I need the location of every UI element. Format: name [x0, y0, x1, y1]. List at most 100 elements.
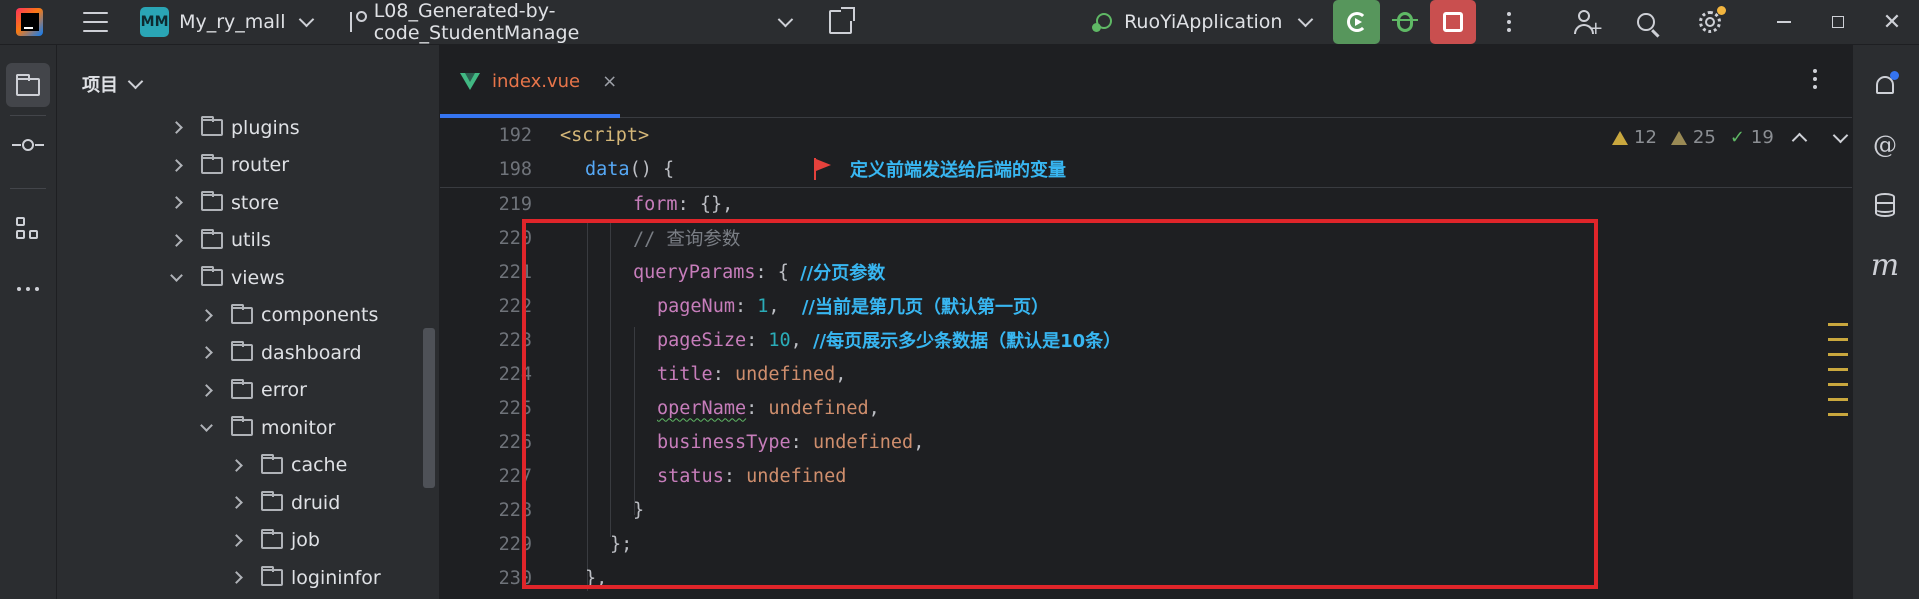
chevron-right-icon[interactable] [230, 496, 243, 509]
maximize-button[interactable] [1811, 0, 1865, 44]
settings-button[interactable] [1698, 6, 1726, 33]
line-number: 225 [498, 397, 532, 419]
tree-item-cache[interactable]: cache [230, 447, 347, 484]
tab-close-icon[interactable]: × [602, 71, 617, 92]
tree-item-monitor[interactable]: monitor [200, 409, 335, 446]
structure-tool-button[interactable] [6, 207, 50, 251]
minimize-button[interactable] [1757, 0, 1811, 44]
previous-highlight-icon[interactable] [1791, 132, 1808, 148]
chevron-right-icon[interactable] [170, 196, 183, 209]
annotation: 定义前端发送给后端的变量 [812, 156, 1066, 182]
line-number: 192 [498, 124, 532, 146]
structure-icon [16, 217, 40, 241]
tree-item-store[interactable]: store [170, 184, 279, 221]
left-tool-strip [0, 45, 57, 599]
tree-item-label: logininfor [291, 566, 381, 589]
open-external-icon[interactable] [828, 7, 856, 34]
tree-item-logininfor[interactable]: logininfor [230, 559, 381, 596]
warning-count: 25 [1692, 127, 1716, 148]
folder-icon [231, 416, 253, 436]
run-config-selector[interactable]: RuoYiApplication [1092, 9, 1314, 35]
commit-icon [12, 139, 44, 151]
folder-icon [201, 191, 223, 211]
tree-item-utils[interactable]: utils [170, 222, 271, 259]
line-number: 222 [498, 295, 532, 317]
folder-icon [231, 303, 253, 324]
chevron-right-icon[interactable] [200, 346, 213, 359]
rerun-button[interactable] [1333, 0, 1380, 44]
tree-item-error[interactable]: error [200, 372, 307, 409]
branch-selector[interactable]: L08_Generated-by-code_StudentManage [346, 0, 794, 44]
chevron-down-icon [1298, 11, 1314, 27]
chevron-down-icon[interactable] [200, 418, 213, 432]
project-selector[interactable]: My_ry_mall [179, 11, 315, 33]
chevron-right-icon[interactable] [170, 121, 183, 134]
search-icon[interactable] [1637, 13, 1655, 31]
folder-icon [261, 453, 283, 474]
typo-count: 19 [1750, 127, 1774, 148]
maven-icon[interactable]: m [1871, 248, 1899, 283]
project-badge[interactable]: MM [140, 7, 170, 37]
tree-item-plugins[interactable]: plugins [170, 109, 300, 146]
add-user-icon[interactable]: + [1574, 10, 1603, 38]
tree-item-components[interactable]: components [200, 297, 378, 334]
chevron-right-icon[interactable] [170, 158, 183, 172]
tree-item-label: druid [291, 491, 341, 514]
annotation-text: 定义前端发送给后端的变量 [850, 160, 1066, 181]
tab-label: index.vue [492, 70, 581, 92]
chevron-right-icon[interactable] [230, 571, 243, 584]
tree-item-views[interactable]: views [170, 259, 285, 296]
notifications-button[interactable] [1871, 71, 1899, 99]
database-button[interactable] [1871, 191, 1899, 219]
tree-item-dashboard[interactable]: dashboard [200, 334, 362, 371]
chevron-right-icon[interactable] [200, 308, 213, 322]
close-window-button[interactable]: ✕ [1865, 0, 1919, 44]
more-tools-button[interactable] [6, 267, 50, 311]
line-number: 224 [498, 363, 532, 385]
more-icon[interactable] [1504, 12, 1514, 32]
line-number: 198 [498, 158, 532, 180]
commit-tool-button[interactable] [6, 123, 50, 167]
project-panel-header[interactable]: 项目 [82, 71, 144, 97]
weak-warning-icon [1670, 130, 1687, 145]
chevron-right-icon[interactable] [170, 233, 183, 247]
chevron-right-icon[interactable] [230, 533, 243, 547]
line-number: 227 [498, 465, 532, 487]
code-punctuation: : {}, [677, 193, 734, 215]
tree-item-label: error [261, 379, 307, 401]
inspection-widget[interactable]: 12 25 ✓ 19 [1612, 127, 1849, 148]
ide-logo-icon[interactable] [16, 8, 44, 36]
project-tree-scrollbar[interactable] [423, 328, 435, 488]
chevron-down-icon [777, 11, 794, 27]
chevron-down-icon [299, 11, 315, 27]
stop-button[interactable] [1430, 0, 1477, 44]
project-tool-button[interactable] [6, 63, 50, 107]
debug-button[interactable] [1382, 0, 1428, 44]
chevron-down-icon[interactable] [170, 268, 183, 282]
next-highlight-icon[interactable] [1832, 127, 1849, 143]
folder-icon [201, 116, 223, 136]
tab-index-vue[interactable]: index.vue × [440, 45, 620, 118]
chevron-right-icon[interactable] [230, 458, 243, 472]
line-number: 228 [498, 499, 532, 521]
line-number: 221 [498, 261, 532, 283]
function-name: data [585, 158, 630, 180]
editor: index.vue × 192 <script> 198 data() { 定义… [440, 45, 1852, 599]
warning-icon [1612, 130, 1628, 145]
menu-icon[interactable] [83, 12, 109, 32]
tree-item-label: plugins [231, 116, 300, 139]
tree-item-druid[interactable]: druid [230, 484, 341, 521]
code-line[interactable]: 198 data() { 定义前端发送给后端的变量 [440, 152, 1852, 186]
chevron-right-icon[interactable] [200, 383, 213, 397]
flag-icon [812, 158, 832, 180]
notification-dot [1716, 6, 1726, 15]
run-config-name: RuoYiApplication [1124, 11, 1283, 33]
ai-assistant-icon[interactable]: @ [1871, 131, 1899, 159]
chevron-down-icon [127, 73, 144, 89]
code-line[interactable]: 219 form: {}, [440, 187, 1852, 221]
tab-more-icon[interactable] [1810, 69, 1820, 89]
error-stripe-markers[interactable] [1828, 323, 1848, 428]
tree-item-job[interactable]: job [230, 522, 320, 559]
folder-icon [261, 491, 283, 511]
tree-item-router[interactable]: router [170, 147, 289, 184]
